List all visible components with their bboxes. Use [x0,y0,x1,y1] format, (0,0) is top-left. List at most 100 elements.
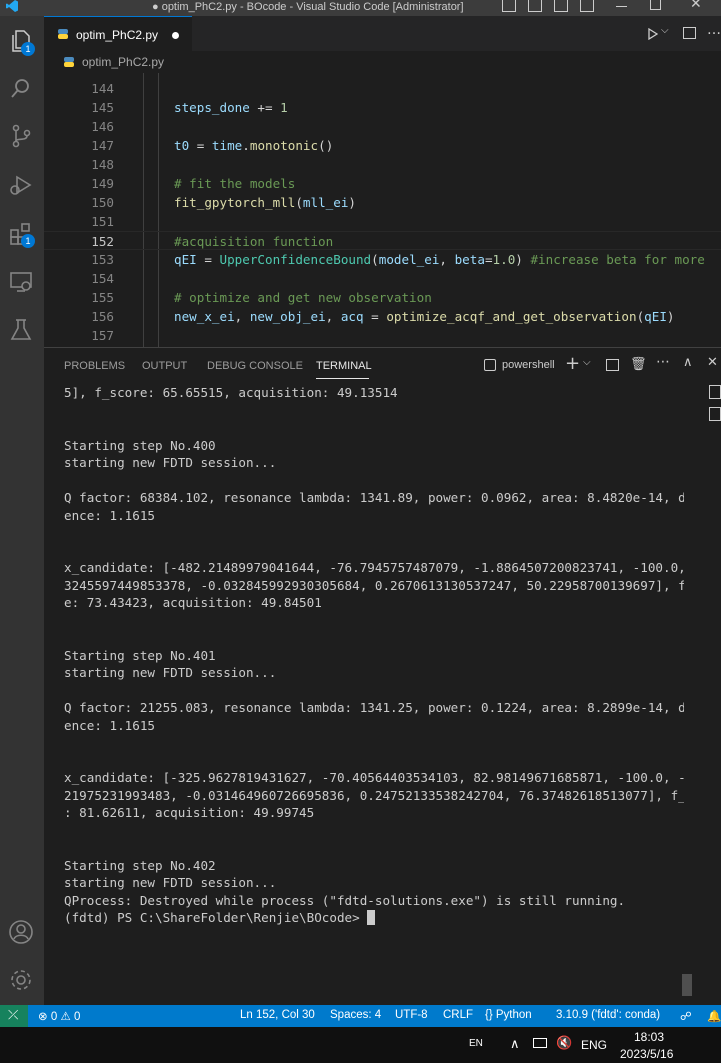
remote-explorer-icon[interactable] [8,269,34,295]
code-token: ( [371,252,379,267]
breadcrumb: optim_PhC2.py [44,51,721,73]
code-line[interactable]: 150 fit_gpytorch_mll(mll_ei) [44,193,721,212]
tab-debug-console[interactable]: DEBUG CONSOLE [207,360,303,372]
tab-optim-phc2[interactable]: optim_PhC2.py [44,16,192,51]
terminal-line: ence: 1.1615 [64,507,155,523]
terminal-dropdown-chevron-icon[interactable]: ⌵ [583,357,591,368]
line-number: 146 [91,119,114,134]
source-control-icon[interactable] [8,123,34,149]
run-dropdown-chevron-icon[interactable]: ⌵ [661,25,669,36]
python-file-icon [64,57,74,67]
code-line[interactable]: 153 qEI = UpperConfidenceBound(model_ei, … [44,250,721,269]
code-line[interactable]: 157 [44,326,721,345]
feedback-icon[interactable]: ☍ [680,1009,692,1023]
encoding[interactable]: UTF-8 [395,1009,428,1021]
code-token: = [196,252,220,267]
code-line[interactable]: 145 steps_done += 1 [44,98,721,117]
python-file-icon [58,29,68,39]
breadcrumb-file[interactable]: optim_PhC2.py [82,55,164,69]
code-token: beta [454,252,485,267]
customize-layout-icon[interactable] [580,0,594,12]
terminal-scrollbar[interactable] [682,974,692,996]
code-token: , [439,252,455,267]
run-debug-icon[interactable] [8,172,34,198]
more-actions-icon[interactable]: ⋯ [656,354,670,370]
activity-bar: 1 1 [0,16,44,1005]
restore-icon[interactable] [650,0,661,10]
maximize-panel-icon[interactable]: ∧ [683,355,693,370]
code-token: 1.0 [492,252,516,267]
tray-overflow-chevron-icon[interactable]: ∧ [510,1036,520,1052]
code-line[interactable]: 154 [44,269,721,288]
code-line[interactable]: 146 [44,117,721,136]
run-file-icon[interactable] [648,28,658,40]
terminal-prompt[interactable]: (fdtd) PS C:\ShareFolder\Renjie\BOcode> [64,909,684,927]
code-line[interactable]: 152 #acquisition function [44,231,721,250]
line-ending[interactable]: CRLF [443,1009,473,1021]
windows-taskbar: EN ∧ 🔇 ENG 18:03 2023/5/16 [0,1027,721,1063]
language-mode[interactable]: {} Python [485,1009,532,1021]
toggle-panel-icon[interactable] [528,0,542,12]
code-text: # fit the models [174,174,295,193]
code-line[interactable]: 147 t0 = time.monotonic() [44,136,721,155]
clock-time[interactable]: 18:03 [634,1030,664,1044]
terminal-line: 3245597449853378, -0.032845992930305684,… [64,577,684,593]
code-line[interactable]: 148 [44,155,721,174]
tab-problems[interactable]: PROBLEMS [64,360,125,372]
code-token: #increase beta for more [530,252,705,267]
active-tab-indicator [316,378,369,379]
code-line[interactable]: 156 new_x_ei, new_obj_ei, acq = optimize_… [44,307,721,326]
close-panel-icon[interactable]: ✕ [707,355,718,370]
input-language[interactable]: EN [469,1038,483,1049]
minimize-icon[interactable] [616,6,627,7]
search-icon[interactable] [8,76,34,102]
remote-indicator[interactable]: ⤫ [0,1005,28,1027]
new-terminal-icon[interactable]: + [565,353,580,374]
indentation[interactable]: Spaces: 4 [330,1009,381,1021]
terminal-output[interactable]: 5], f_score: 65.65515, acquisition: 49.1… [64,384,684,1004]
settings-gear-icon[interactable] [8,967,34,993]
code-line[interactable]: 144 [44,79,721,98]
unsaved-dot-icon[interactable] [172,32,179,39]
title-bar: ● optim_PhC2.py - BOcode - Visual Studio… [0,0,721,16]
code-editor[interactable]: 144 145 steps_done += 1 146 147 t0 = time.mon… [44,73,721,347]
keyboard-language[interactable]: ENG [581,1038,607,1052]
close-window-icon[interactable]: ✕ [690,0,702,12]
terminal-shell-icon [484,359,496,371]
notifications-bell-icon[interactable]: 🔔 [707,1009,721,1023]
volume-muted-icon[interactable]: 🔇 [556,1035,572,1051]
split-terminal-icon[interactable] [606,359,619,371]
accounts-icon[interactable] [8,919,34,945]
network-icon[interactable] [533,1038,547,1048]
tab-output[interactable]: OUTPUT [142,360,187,372]
toggle-sidebar-icon[interactable] [502,0,516,12]
line-number: 150 [91,195,114,210]
cursor-position[interactable]: Ln 152, Col 30 [240,1009,315,1021]
code-line[interactable]: 151 [44,212,721,231]
problems-status[interactable]: ⊗ 0 ⚠ 0 [38,1009,80,1023]
terminal-line: starting new FDTD session... [64,875,277,890]
clock-date[interactable]: 2023/5/16 [620,1047,673,1061]
testing-icon[interactable] [8,317,34,343]
python-interpreter[interactable]: 3.10.9 ('fdtd': conda) [556,1009,660,1021]
terminal-shell-name[interactable]: powershell [502,359,555,371]
toggle-secondary-sidebar-icon[interactable] [554,0,568,12]
terminal-line: starting new FDTD session... [64,455,277,470]
line-number: 152 [91,234,114,249]
code-line[interactable]: 155 # optimize and get new observation [44,288,721,307]
code-line[interactable]: 149 # fit the models [44,174,721,193]
line-number: 151 [91,214,114,229]
terminal-instance-icon[interactable] [709,385,721,399]
more-actions-icon[interactable]: … [707,22,721,38]
tab-terminal[interactable]: TERMINAL [316,360,372,372]
code-text: t0 = time.monotonic() [174,136,333,155]
code-token: ) [348,195,357,210]
kill-terminal-icon[interactable]: 🗑 [630,357,647,372]
code-token: t0 [174,138,190,153]
terminal-instance-icon[interactable] [709,407,721,421]
split-editor-icon[interactable] [683,27,696,39]
code-token: = [363,309,387,324]
